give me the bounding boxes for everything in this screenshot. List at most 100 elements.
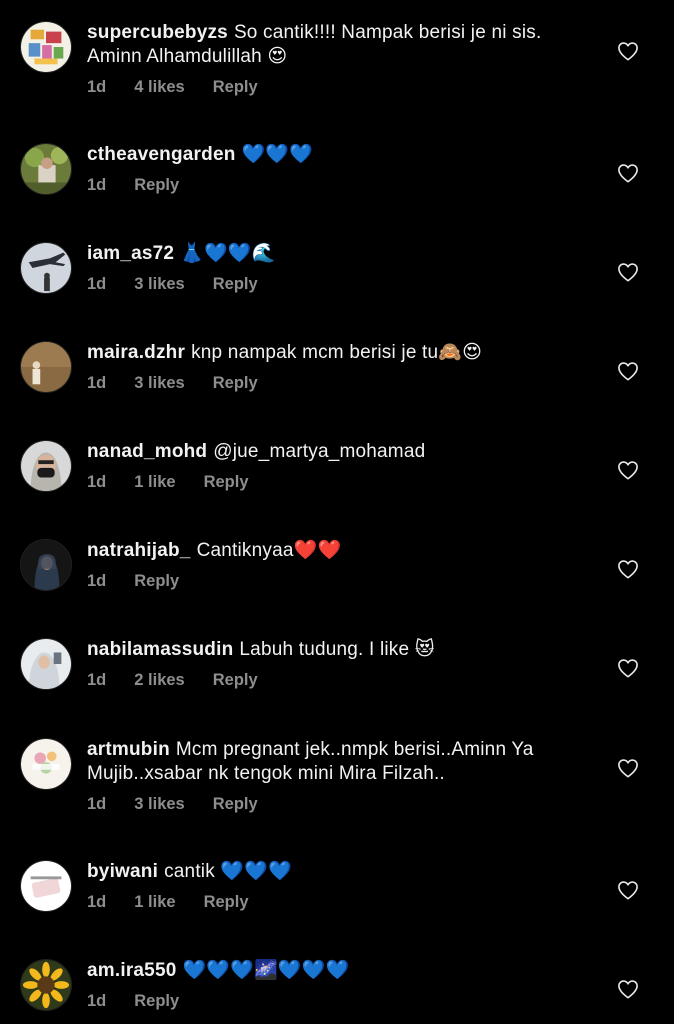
comment-time: 1d bbox=[87, 795, 107, 813]
like-heart-icon[interactable] bbox=[617, 880, 639, 900]
reply-button[interactable]: Reply bbox=[134, 176, 179, 195]
comment-text-line: natrahijab_ Cantiknyaa❤️❤️ bbox=[87, 539, 587, 563]
comment-text: 💙💙💙 bbox=[241, 144, 314, 165]
comment-text: 💙💙💙🌌💙💙💙 bbox=[182, 960, 350, 981]
comment-likes[interactable]: 3 likes bbox=[134, 275, 184, 294]
comment-meta: 1d Reply bbox=[87, 176, 587, 195]
avatar[interactable] bbox=[20, 638, 72, 690]
comment-username[interactable]: ctheavengarden bbox=[87, 144, 236, 165]
comment-time: 1d bbox=[87, 473, 107, 491]
avatar[interactable] bbox=[20, 21, 72, 73]
avatar[interactable] bbox=[20, 440, 72, 492]
comment-text[interactable]: @jue_martya_mohamad bbox=[213, 441, 425, 462]
comment-meta: 1d 4 likes Reply bbox=[87, 78, 587, 97]
comment-body: nabilamassudin Labuh tudung. I like 😻 1d … bbox=[87, 638, 587, 690]
person-brown-avatar-icon bbox=[21, 342, 71, 392]
comment-text-line: maira.dzhr knp nampak mcm berisi je tu🙈😍 bbox=[87, 341, 587, 365]
comment-body: natrahijab_ Cantiknyaa❤️❤️ 1d Reply bbox=[87, 539, 587, 591]
like-heart-icon[interactable] bbox=[617, 460, 639, 480]
hijab-dark-avatar-icon bbox=[21, 540, 71, 590]
comment-text-line: ctheavengarden 💙💙💙 bbox=[87, 143, 587, 167]
reply-button[interactable]: Reply bbox=[134, 992, 179, 1011]
comments-list: supercubebyzs So cantik!!!! Nampak berisi… bbox=[0, 0, 674, 1024]
comment-time: 1d bbox=[87, 374, 107, 392]
like-heart-icon[interactable] bbox=[617, 361, 639, 381]
comment-time: 1d bbox=[87, 176, 107, 194]
comment-time: 1d bbox=[87, 78, 107, 96]
garden-avatar-icon bbox=[21, 144, 71, 194]
comment-meta: 1d 3 likes Reply bbox=[87, 374, 587, 393]
like-heart-icon[interactable] bbox=[617, 163, 639, 183]
comment-meta: 1d 3 likes Reply bbox=[87, 795, 587, 814]
comment-time: 1d bbox=[87, 572, 107, 590]
avatar[interactable] bbox=[20, 539, 72, 591]
reply-button[interactable]: Reply bbox=[213, 275, 258, 294]
sunflower-avatar-icon bbox=[21, 960, 71, 1010]
comment-meta: 1d Reply bbox=[87, 572, 587, 591]
comment-likes[interactable]: 1 like bbox=[134, 473, 175, 492]
comment-likes[interactable]: 4 likes bbox=[134, 78, 184, 97]
comment-body: artmubin Mcm pregnant jek..nmpk berisi..A… bbox=[87, 738, 587, 814]
comment-meta: 1d 1 like Reply bbox=[87, 893, 587, 912]
avatar[interactable] bbox=[20, 143, 72, 195]
avatar[interactable] bbox=[20, 242, 72, 294]
comment-text: Labuh tudung. I like 😻 bbox=[239, 639, 435, 660]
comment-likes[interactable]: 2 likes bbox=[134, 671, 184, 690]
comment-likes[interactable]: 3 likes bbox=[134, 795, 184, 814]
reply-button[interactable]: Reply bbox=[204, 893, 249, 912]
avatar[interactable] bbox=[20, 959, 72, 1011]
like-heart-icon[interactable] bbox=[617, 41, 639, 61]
comment-text: 👗💙💙🌊 bbox=[180, 243, 276, 264]
comment-time: 1d bbox=[87, 992, 107, 1010]
like-heart-icon[interactable] bbox=[617, 979, 639, 999]
comment-text-line: am.ira550 💙💙💙🌌💙💙💙 bbox=[87, 959, 587, 983]
comment-likes[interactable]: 1 like bbox=[134, 893, 175, 912]
comment-body: maira.dzhr knp nampak mcm berisi je tu🙈😍 … bbox=[87, 341, 587, 393]
airplane-avatar-icon bbox=[21, 243, 71, 293]
like-heart-icon[interactable] bbox=[617, 758, 639, 778]
comment-username[interactable]: iam_as72 bbox=[87, 243, 174, 264]
comment-username[interactable]: nanad_mohd bbox=[87, 441, 207, 462]
like-heart-icon[interactable] bbox=[617, 559, 639, 579]
reply-button[interactable]: Reply bbox=[134, 572, 179, 591]
comment-body: supercubebyzs So cantik!!!! Nampak berisi… bbox=[87, 21, 587, 97]
avatar[interactable] bbox=[20, 341, 72, 393]
comment-body: am.ira550 💙💙💙🌌💙💙💙 1d Reply bbox=[87, 959, 587, 1011]
comment-username[interactable]: natrahijab_ bbox=[87, 540, 191, 561]
comment-time: 1d bbox=[87, 275, 107, 293]
avatar[interactable] bbox=[20, 860, 72, 912]
comment-username[interactable]: nabilamassudin bbox=[87, 639, 233, 660]
comment-text-line: byiwani cantik 💙💙💙 bbox=[87, 860, 587, 884]
comment-text-line: supercubebyzs So cantik!!!! Nampak berisi… bbox=[87, 21, 587, 69]
reply-button[interactable]: Reply bbox=[213, 795, 258, 814]
comment-meta: 1d 1 like Reply bbox=[87, 473, 587, 492]
like-heart-icon[interactable] bbox=[617, 658, 639, 678]
comment-body: nanad_mohd @jue_martya_mohamad 1d 1 like … bbox=[87, 440, 587, 492]
comment-text: Cantiknyaa❤️❤️ bbox=[196, 540, 342, 561]
reply-button[interactable]: Reply bbox=[213, 78, 258, 97]
comment-username[interactable]: maira.dzhr bbox=[87, 342, 185, 363]
like-heart-icon[interactable] bbox=[617, 262, 639, 282]
avatar[interactable] bbox=[20, 738, 72, 790]
comment-time: 1d bbox=[87, 671, 107, 689]
product-collage-avatar-icon bbox=[21, 22, 71, 72]
comment-meta: 1d 3 likes Reply bbox=[87, 275, 587, 294]
comment-username[interactable]: supercubebyzs bbox=[87, 22, 228, 43]
comment-text-line: nabilamassudin Labuh tudung. I like 😻 bbox=[87, 638, 587, 662]
floral-logo-avatar-icon bbox=[21, 739, 71, 789]
comment-meta: 1d Reply bbox=[87, 992, 587, 1011]
comment-meta: 1d 2 likes Reply bbox=[87, 671, 587, 690]
reply-button[interactable]: Reply bbox=[204, 473, 249, 492]
comment-body: byiwani cantik 💙💙💙 1d 1 like Reply bbox=[87, 860, 587, 912]
reply-button[interactable]: Reply bbox=[213, 671, 258, 690]
comment-username[interactable]: byiwani bbox=[87, 861, 158, 882]
comment-body: iam_as72 👗💙💙🌊 1d 3 likes Reply bbox=[87, 242, 587, 294]
comment-username[interactable]: am.ira550 bbox=[87, 960, 176, 981]
hijab-light-avatar-icon bbox=[21, 639, 71, 689]
comment-username[interactable]: artmubin bbox=[87, 739, 170, 760]
comment-text: cantik 💙💙💙 bbox=[164, 861, 292, 882]
comment-time: 1d bbox=[87, 893, 107, 911]
reply-button[interactable]: Reply bbox=[213, 374, 258, 393]
comment-likes[interactable]: 3 likes bbox=[134, 374, 184, 393]
comment-text-line: iam_as72 👗💙💙🌊 bbox=[87, 242, 587, 266]
